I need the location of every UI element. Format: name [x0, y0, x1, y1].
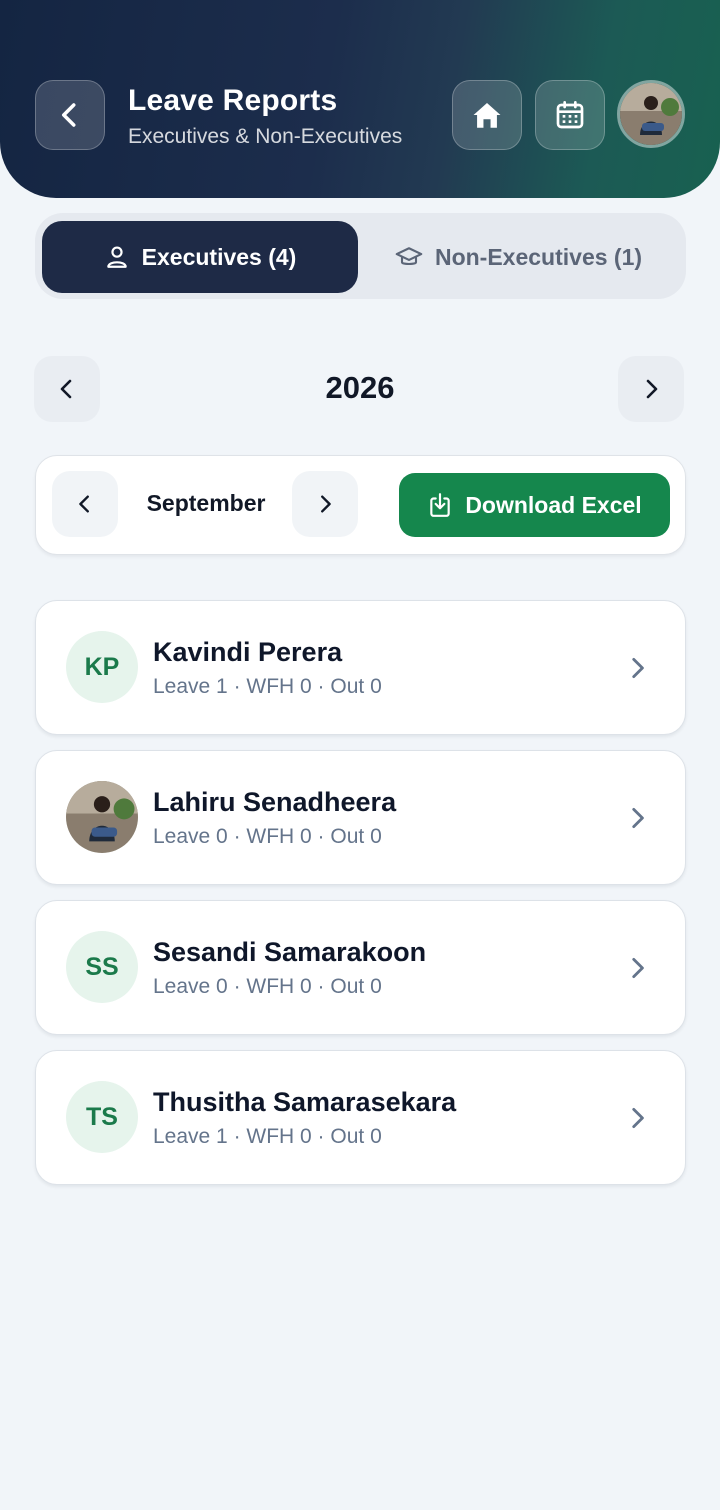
person-icon [106, 246, 127, 268]
employee-name: Kavindi Perera [153, 637, 343, 667]
employee-stats: Leave 1 · WFH 0 · Out 0 [153, 675, 382, 698]
employee-name: Lahiru Senadheera [153, 787, 397, 817]
chevron-left-icon [62, 103, 76, 127]
employee-card[interactable]: TS Thusitha Samarasekara Leave 1 · WFH 0… [35, 1050, 686, 1185]
employee-name: Thusitha Samarasekara [153, 1087, 457, 1117]
calendar-icon [556, 101, 584, 129]
tab-non-executives[interactable]: Non-Executives (1) [358, 221, 679, 293]
page-title: Leave Reports [128, 84, 338, 117]
employee-card[interactable]: Lahiru Senadheera Leave 0 · WFH 0 · Out … [35, 750, 686, 885]
employee-card[interactable]: KP Kavindi Perera Leave 1 · WFH 0 · Out … [35, 600, 686, 735]
chevron-right-icon [632, 657, 644, 679]
user-photo [620, 83, 682, 145]
segment-tabs: Executives (4) Non-Executives (1) [35, 213, 686, 299]
avatar [66, 781, 138, 853]
previous-year-button[interactable] [34, 356, 100, 422]
calendar-button[interactable] [535, 80, 605, 150]
employee-stats: Leave 0 · WFH 0 · Out 0 [153, 825, 382, 848]
chevron-right-icon [632, 807, 644, 829]
home-button[interactable] [452, 80, 522, 150]
chevron-right-icon [632, 957, 644, 979]
download-icon [430, 493, 451, 517]
employee-name: Sesandi Samarakoon [153, 937, 427, 967]
chevron-left-icon [79, 495, 89, 513]
next-year-button[interactable] [618, 356, 684, 422]
employee-stats: Leave 1 · WFH 0 · Out 0 [153, 1125, 382, 1148]
previous-month-button[interactable] [52, 471, 118, 537]
month-selector-card: September Download Excel [35, 455, 686, 555]
chevron-right-icon [632, 1107, 644, 1129]
avatar: SS [66, 931, 138, 1003]
back-button[interactable] [35, 80, 105, 150]
chevron-left-icon [60, 379, 72, 399]
avatar: KP [66, 631, 138, 703]
month-label: September [146, 490, 266, 516]
tab-executives-label: Executives (4) [141, 243, 297, 270]
graduation-cap-icon [395, 247, 423, 266]
home-icon [473, 102, 501, 128]
page-subtitle: Executives & Non-Executives [128, 125, 403, 148]
download-excel-button[interactable]: Download Excel [399, 473, 670, 537]
tab-non-executives-label: Non-Executives (1) [434, 243, 643, 270]
header: Leave Reports Executives & Non-Executive… [0, 0, 720, 198]
employee-stats: Leave 0 · WFH 0 · Out 0 [153, 975, 382, 998]
next-month-button[interactable] [292, 471, 358, 537]
year-label: 2026 [325, 370, 395, 405]
profile-avatar[interactable] [617, 80, 685, 148]
employee-card[interactable]: SS Sesandi Samarakoon Leave 0 · WFH 0 · … [35, 900, 686, 1035]
chevron-right-icon [646, 379, 658, 399]
avatar: TS [66, 1081, 138, 1153]
user-photo [66, 781, 138, 853]
chevron-right-icon [321, 495, 331, 513]
tab-executives[interactable]: Executives (4) [42, 221, 358, 293]
download-excel-label: Download Excel [465, 491, 642, 518]
